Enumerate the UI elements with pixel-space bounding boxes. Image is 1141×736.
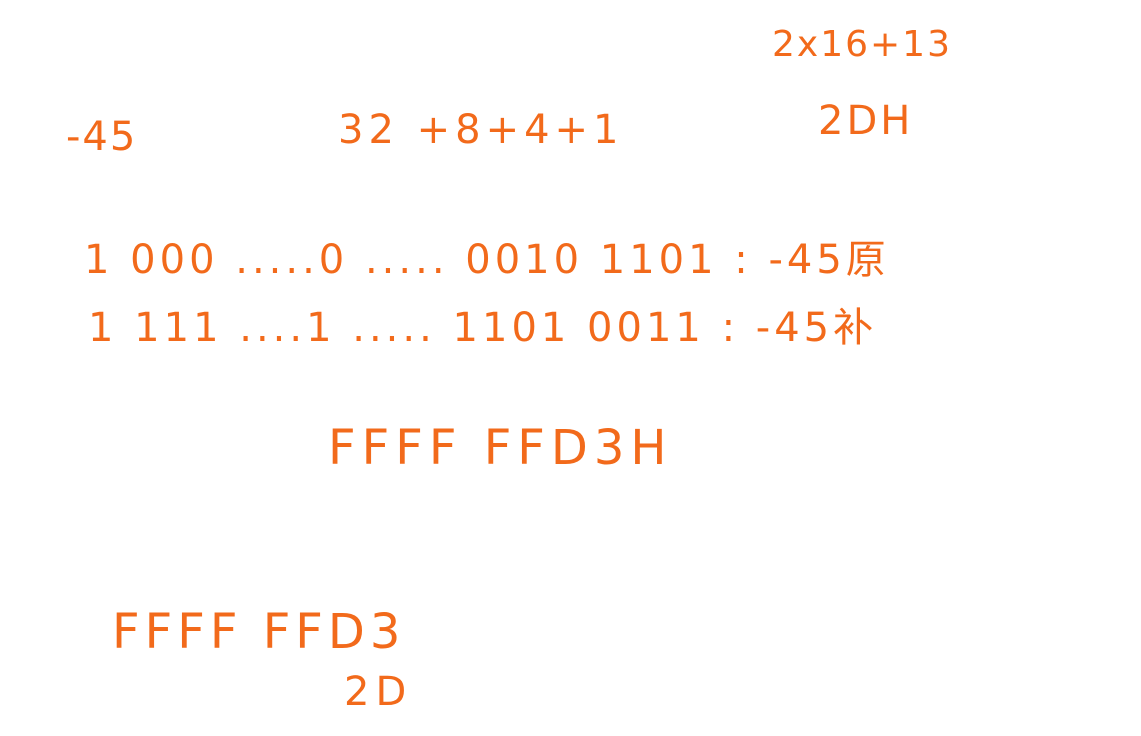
note-hex-result: FFFF FFD3 <box>112 604 406 660</box>
note-hex-result-with-suffix: FFFF FFD3H <box>328 420 673 476</box>
note-hex-2d: 2D <box>344 669 413 715</box>
note-sign-magnitude-row: 1 000 .....0 ..... 0010 1101 : -45原 <box>84 237 890 283</box>
note-hex-2dh: 2DH <box>818 98 914 144</box>
note-negative-45: -45 <box>66 114 138 160</box>
note-twos-complement-row: 1 111 ....1 ..... 1101 0011 : -45补 <box>88 305 878 351</box>
handwritten-notes-canvas: -45 32 +8+4+1 2x16+13 2DH 1 000 .....0 .… <box>0 0 1141 736</box>
note-hex-calculation: 2x16+13 <box>772 24 952 65</box>
note-binary-sum: 32 +8+4+1 <box>338 107 624 153</box>
